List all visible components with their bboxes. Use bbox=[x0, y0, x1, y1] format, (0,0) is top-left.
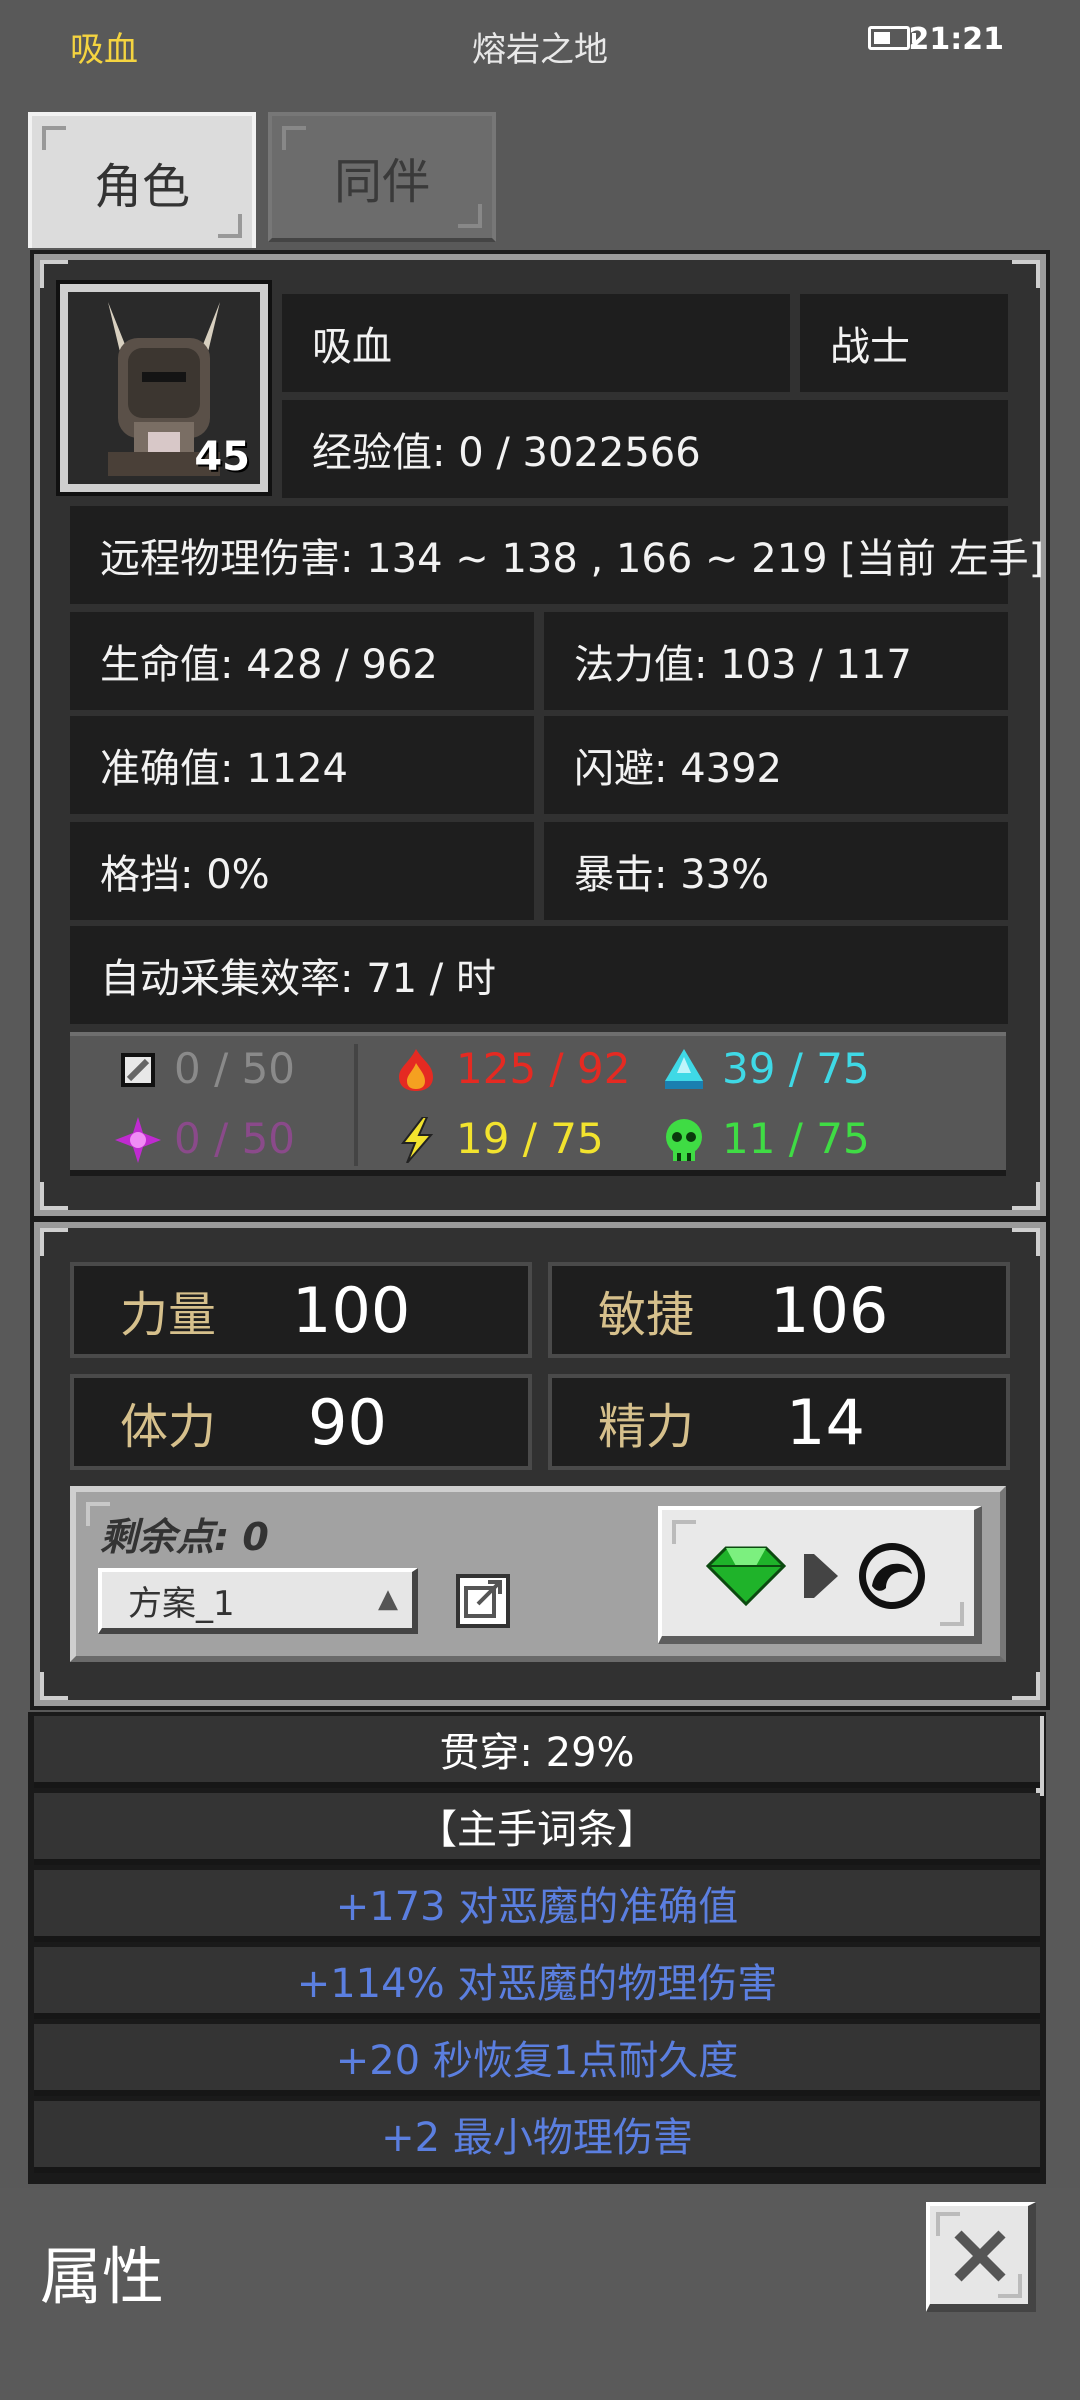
list-item-text: +2 最小物理伤害 bbox=[381, 2115, 693, 2161]
scheme-select[interactable]: 方案_1 ▲ bbox=[98, 1568, 418, 1634]
fire-icon bbox=[392, 1046, 440, 1094]
close-icon bbox=[954, 2230, 1006, 2282]
scheme-select-value: 方案_1 bbox=[128, 1583, 235, 1624]
status-time: 21:21 bbox=[908, 22, 1005, 57]
export-icon[interactable] bbox=[456, 1574, 510, 1628]
list-item: +20 秒恢复1点耐久度 bbox=[34, 2024, 1040, 2096]
tab-character[interactable]: 角色 bbox=[28, 112, 256, 248]
gather-rate-value: 自动采集效率: 71 / 时 bbox=[70, 926, 1008, 1024]
attr-agility-value: 106 bbox=[770, 1273, 889, 1347]
page-title: 属性 bbox=[40, 2240, 165, 2313]
attr-agility-label: 敏捷 bbox=[598, 1287, 695, 1343]
arcane-resist-value: 0 / 50 bbox=[174, 1114, 296, 1163]
attr-energy-label: 精力 bbox=[598, 1399, 695, 1455]
block-value: 格挡: 0% bbox=[70, 822, 534, 920]
mp-value: 法力值: 103 / 117 bbox=[544, 612, 1008, 710]
arrow-right-icon bbox=[804, 1554, 838, 1598]
attr-energy-value: 14 bbox=[786, 1385, 865, 1459]
chevron-up-icon: ▲ bbox=[378, 1584, 398, 1614]
list-item-text: 【主手词条】 bbox=[417, 1807, 657, 1853]
list-item: +114% 对恶魔的物理伤害 bbox=[34, 1947, 1040, 2019]
damage-value: 远程物理伤害: 134 ~ 138 , 166 ~ 219 [当前 左手] bbox=[70, 506, 1044, 604]
attr-stamina: 体力 90 bbox=[70, 1374, 532, 1470]
list-item-text: +20 秒恢复1点耐久度 bbox=[335, 2038, 739, 2084]
lightning-icon bbox=[392, 1116, 440, 1164]
crit-value: 暴击: 33% bbox=[544, 822, 1008, 920]
close-button[interactable] bbox=[926, 2202, 1036, 2312]
remaining-points: 剩余点: 0 bbox=[100, 1515, 269, 1559]
swirl-orb-icon bbox=[859, 1543, 925, 1609]
character-portrait[interactable]: 45 bbox=[56, 280, 272, 496]
experience-value: 经验值: 0 / 3022566 bbox=[282, 400, 1008, 498]
lightning-resist-value: 19 / 75 bbox=[456, 1114, 604, 1163]
water-resist-value: 39 / 75 bbox=[722, 1044, 870, 1093]
poison-skull-icon bbox=[660, 1116, 708, 1164]
list-item-text: +173 对恶魔的准确值 bbox=[335, 1884, 739, 1930]
list-item: 【主手词条】 bbox=[34, 1793, 1040, 1865]
green-gem-icon bbox=[706, 1546, 786, 1607]
hp-value: 生命值: 428 / 962 bbox=[70, 612, 534, 710]
arcane-icon bbox=[114, 1116, 162, 1164]
accuracy-value: 准确值: 1124 bbox=[70, 716, 534, 814]
tab-companion-label: 同伴 bbox=[333, 154, 430, 210]
tab-companion[interactable]: 同伴 bbox=[268, 112, 496, 242]
poison-resist-value: 11 / 75 bbox=[722, 1114, 870, 1163]
list-item-text: +114% 对恶魔的物理伤害 bbox=[296, 1961, 778, 2007]
list-item: 贯穿: 29% bbox=[34, 1716, 1040, 1788]
attr-strength-label: 力量 bbox=[120, 1287, 217, 1343]
battery-icon bbox=[868, 26, 916, 50]
attr-strength-value: 100 bbox=[292, 1273, 411, 1347]
character-level: 45 bbox=[194, 434, 250, 480]
water-icon bbox=[660, 1046, 708, 1094]
attr-agility: 敏捷 106 bbox=[548, 1262, 1010, 1358]
attr-energy: 精力 14 bbox=[548, 1374, 1010, 1470]
attr-stamina-label: 体力 bbox=[120, 1399, 217, 1455]
tab-character-label: 角色 bbox=[93, 159, 190, 215]
physical-resist-icon bbox=[114, 1046, 162, 1094]
attr-stamina-value: 90 bbox=[308, 1385, 387, 1459]
dodge-value: 闪避: 4392 bbox=[544, 716, 1008, 814]
list-item: +2 最小物理伤害 bbox=[34, 2101, 1040, 2173]
fire-resist-value: 125 / 92 bbox=[456, 1044, 631, 1093]
attr-strength: 力量 100 bbox=[70, 1262, 532, 1358]
character-name: 吸血 bbox=[282, 294, 790, 392]
list-item: +173 对恶魔的准确值 bbox=[34, 1870, 1040, 1942]
list-item-text: 贯穿: 29% bbox=[439, 1730, 635, 1776]
physical-resist-value: 0 / 50 bbox=[174, 1044, 296, 1093]
gem-exchange-button[interactable] bbox=[658, 1506, 982, 1644]
character-class: 战士 bbox=[800, 294, 1008, 392]
